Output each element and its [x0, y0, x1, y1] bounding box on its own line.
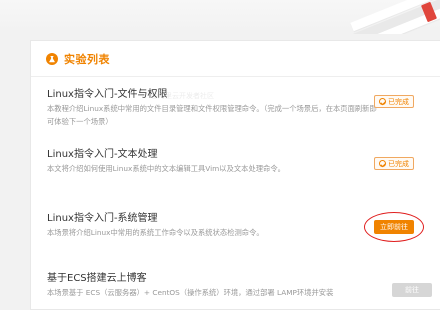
check-circle-icon [379, 160, 386, 167]
list-item: 基于ECS搭建云上博客 本场景基于 ECS（云服务器）+ CentOS（操作系统… [47, 269, 437, 309]
list-item: Linux指令入门-文件与权限 本教程介绍Linux系统中常用的文件目录管理和文… [47, 85, 437, 135]
completed-badge: 已完成 [374, 157, 414, 170]
banner-decoration [350, 0, 440, 34]
check-circle-icon [379, 98, 386, 105]
list-item: Linux指令入门-文本处理 本文将介绍如何使用Linux系统中的文本编辑工具V… [47, 145, 437, 185]
completed-label: 已完成 [388, 159, 409, 168]
experiment-title[interactable]: Linux指令入门-系统管理 [47, 209, 158, 224]
flask-icon [46, 53, 58, 65]
go-button[interactable]: 前往 [392, 283, 432, 297]
list-item: Linux指令入门-系统管理 本场景将介绍Linux中常用的系统工作命令以及系统… [47, 209, 437, 249]
experiment-description: 本场景将介绍Linux中常用的系统工作命令以及系统状态检测命令。 [47, 228, 264, 237]
highlight-circle [364, 212, 424, 242]
experiment-title[interactable]: Linux指令入门-文本处理 [47, 145, 158, 160]
completed-badge: 已完成 [374, 95, 414, 108]
experiment-description: 本场景基于 ECS（云服务器）+ CentOS（操作系统）环境，通过部署 LAM… [47, 288, 334, 297]
card-header: 实验列表 [31, 41, 440, 77]
card-title: 实验列表 [64, 53, 110, 66]
experiment-list-card: 实验列表 @阿里云开发者社区 Linux指令入门-文件与权限 本教程介绍Linu… [30, 40, 440, 310]
experiment-title[interactable]: Linux指令入门-文件与权限 [47, 85, 168, 100]
experiment-description: 本文将介绍如何使用Linux系统中的文本编辑工具Vim以及文本处理命令。 [47, 164, 285, 173]
completed-label: 已完成 [388, 97, 409, 106]
experiment-title[interactable]: 基于ECS搭建云上博客 [47, 269, 147, 284]
experiment-description: 本教程介绍Linux系统中常用的文件目录管理和文件权限管理命令。（完成一个场景后… [47, 104, 377, 126]
